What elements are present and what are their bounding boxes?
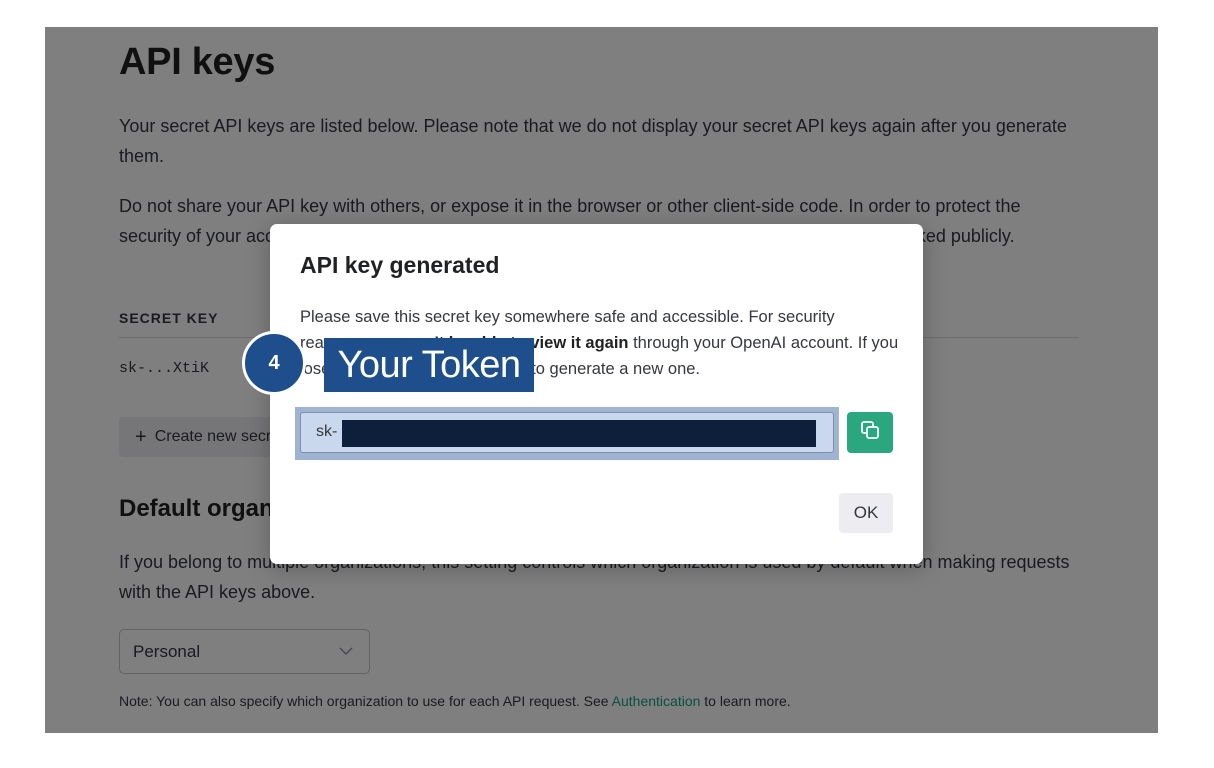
step-number-badge: 4 <box>242 331 306 395</box>
api-key-generated-dialog: API key generated Please save this secre… <box>270 224 923 564</box>
key-field-highlight: sk- <box>295 407 839 460</box>
dialog-title: API key generated <box>300 252 500 278</box>
copy-key-button[interactable] <box>847 412 893 453</box>
ok-button[interactable]: OK <box>839 493 893 533</box>
secret-key-redaction <box>342 420 816 447</box>
secret-key-prefix: sk- <box>316 423 338 440</box>
screenshot-frame: API keys Your secret API keys are listed… <box>45 27 1158 733</box>
secret-key-field[interactable]: sk- <box>300 412 834 453</box>
your-token-annotation: Your Token <box>324 338 534 392</box>
copy-icon <box>859 419 881 446</box>
